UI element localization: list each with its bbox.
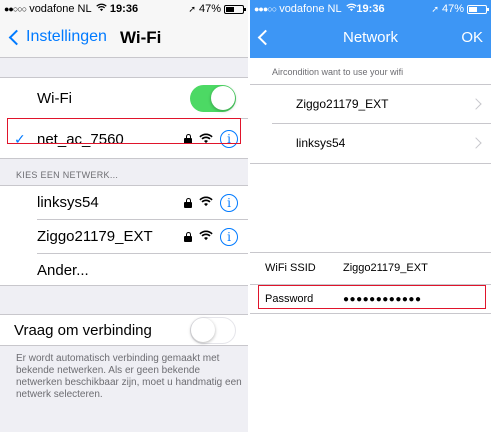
ask-to-join-toggle[interactable] — [190, 317, 236, 344]
ok-button[interactable]: OK — [461, 29, 483, 46]
wifi-label: Wi-Fi — [37, 89, 72, 107]
highlight-box — [7, 118, 241, 144]
status-time: 19:36 — [109, 3, 139, 15]
battery-icon — [224, 4, 246, 14]
battery-percent: 47% — [198, 3, 221, 15]
navigation-bar: Network OK — [250, 18, 491, 58]
other-network-label: Ander... — [37, 262, 89, 279]
chevron-left-icon — [8, 29, 25, 45]
section-header: KIES EEN NETWERK... — [16, 170, 119, 180]
ios-wifi-settings-panel: ●●○○○ vodafone NL 19:36 ➚ 47% Instelling… — [0, 0, 248, 432]
navigation-bar: Instellingen Wi-Fi — [0, 18, 248, 58]
wifi-toggle-row: Wi-Fi — [0, 78, 248, 118]
wifi-signal-icon — [199, 194, 213, 211]
ssid-row: WiFi SSID Ziggo21179_EXT — [250, 253, 491, 283]
ssid-value: Ziggo21179_EXT — [343, 262, 428, 274]
list-item[interactable]: Ziggo21179_EXT — [250, 84, 491, 124]
list-item[interactable]: linksys54 — [250, 123, 491, 163]
wifi-signal-icon — [199, 228, 213, 245]
list-item[interactable]: Ziggo21179_EXT i — [0, 220, 248, 253]
app-network-panel: ●●●○○ vodafone NL 19:36 ➚ 47% Network OK… — [250, 0, 491, 432]
carrier-name: vodafone NL — [279, 3, 342, 15]
list-item[interactable]: linksys54 i — [0, 186, 248, 219]
carrier-name: vodafone NL — [29, 3, 92, 15]
battery-icon — [467, 4, 489, 14]
location-arrow-icon: ➚ — [431, 3, 439, 14]
signal-strength-icon: ●●○○○ — [4, 4, 27, 14]
chevron-right-icon — [470, 137, 482, 149]
wifi-status-icon — [345, 3, 357, 15]
row-separator — [250, 163, 491, 164]
hint-text: Aircondition want to use your wifi — [272, 67, 404, 77]
ssid-label: WiFi SSID — [265, 262, 316, 274]
status-bar: ●●●○○ vodafone NL 19:36 ➚ 47% — [250, 0, 491, 18]
lock-icon — [184, 197, 192, 208]
info-icon[interactable]: i — [220, 227, 238, 246]
back-button[interactable]: Instellingen — [8, 28, 107, 46]
network-name: linksys54 — [37, 194, 99, 211]
network-name: Ziggo21179_EXT — [37, 228, 153, 245]
footer-description: Er wordt automatisch verbinding gemaakt … — [16, 353, 242, 400]
lock-icon — [184, 231, 192, 242]
wifi-status-icon — [95, 3, 107, 15]
row-separator — [250, 313, 491, 314]
ask-to-join-label: Vraag om verbinding — [14, 322, 152, 339]
ask-to-join-group: Vraag om verbinding — [0, 314, 248, 346]
page-title: Network — [342, 29, 398, 46]
chevron-right-icon — [470, 98, 482, 110]
page-title: Wi-Fi — [120, 28, 162, 47]
status-time: 19:36 — [356, 3, 385, 15]
signal-strength-icon: ●●●○○ — [254, 4, 277, 14]
network-name: Ziggo21179_EXT — [296, 97, 389, 111]
wifi-toggle[interactable] — [190, 84, 236, 112]
battery-percent: 47% — [441, 3, 464, 15]
back-button-label: Instellingen — [26, 28, 107, 45]
info-icon[interactable]: i — [220, 193, 238, 212]
status-bar: ●●○○○ vodafone NL 19:36 ➚ 47% — [0, 0, 248, 18]
network-list: linksys54 i Ziggo21179_EXT i Ander... — [0, 185, 248, 286]
location-arrow-icon: ➚ — [188, 3, 196, 14]
network-name: linksys54 — [296, 136, 346, 150]
highlight-box — [258, 285, 486, 309]
ask-to-join-row: Vraag om verbinding — [0, 315, 248, 346]
list-item[interactable]: Ander... — [0, 254, 248, 287]
